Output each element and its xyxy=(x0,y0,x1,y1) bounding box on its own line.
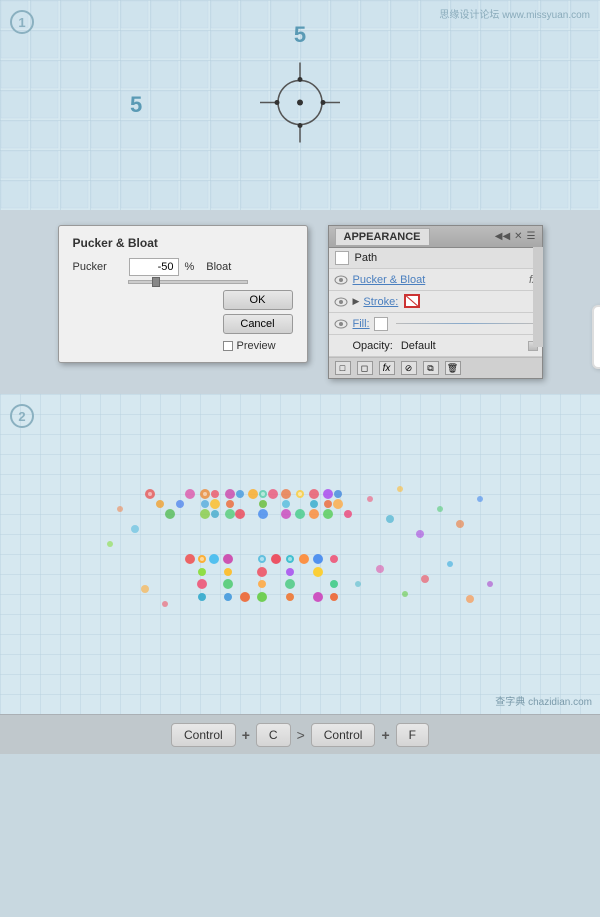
panel-title: APPEARANCE xyxy=(335,228,430,245)
eye-icon-pucker[interactable] xyxy=(333,274,349,286)
preview-row: Preview xyxy=(223,340,293,352)
opacity-value: Default xyxy=(401,340,436,352)
ok-button[interactable]: OK xyxy=(223,290,293,310)
step-2-badge: 2 xyxy=(10,404,34,428)
stroke-row: ▶ Stroke: xyxy=(329,291,542,313)
slider-row xyxy=(73,280,293,284)
pucker-bloat-label[interactable]: Pucker & Bloat xyxy=(353,274,426,286)
path-label: Path xyxy=(355,252,378,264)
preview-checkbox[interactable] xyxy=(223,341,233,351)
bottom-toolbar: Control + C > Control + F xyxy=(0,714,600,754)
pucker-row: Pucker % Bloat xyxy=(73,258,293,276)
footer-add-btn[interactable]: □ xyxy=(335,361,351,375)
number-5-top: 5 xyxy=(294,22,306,48)
cursor-crosshair xyxy=(260,63,340,148)
top-canvas: 1 5 5 思缘设计论坛 www.missyuan.com xyxy=(0,0,600,210)
panel-close-btn[interactable]: ✕ xyxy=(514,231,522,242)
cancel-button[interactable]: Cancel xyxy=(223,314,293,334)
plus1-icon: + xyxy=(242,727,250,743)
control2-button[interactable]: Control xyxy=(311,723,376,747)
opacity-label: Opacity: xyxy=(353,340,393,352)
bottom-canvas: 2 xyxy=(0,394,600,714)
pucker-bloat-row: Pucker & Bloat fx xyxy=(329,269,542,291)
path-icon xyxy=(335,251,349,265)
fill-swatch[interactable] xyxy=(374,317,388,331)
pucker-input[interactable] xyxy=(129,258,179,276)
panel-path-row: Path xyxy=(329,248,542,269)
pucker-label: Pucker xyxy=(73,261,123,273)
eye-icon-fill[interactable] xyxy=(333,318,349,330)
fill-label[interactable]: Fill: xyxy=(353,318,370,330)
panel-header: APPEARANCE ◀◀ ✕ ☰ xyxy=(329,226,542,248)
dialog-section: Pucker & Bloat Pucker % Bloat OK Cancel … xyxy=(0,210,600,394)
watermark-bottom: 查字典 chazidian.com xyxy=(495,693,592,708)
watermark-top: 思缘设计论坛 www.missyuan.com xyxy=(439,6,590,21)
step-1-badge: 1 xyxy=(10,10,34,34)
stroke-expand[interactable]: ▶ xyxy=(353,296,360,307)
panel-body: Path Pucker & Bloat fx xyxy=(329,248,542,378)
plus2-icon: + xyxy=(381,727,389,743)
footer-square-btn[interactable]: ◻ xyxy=(357,361,373,375)
footer-delete-btn[interactable]: 🗑 xyxy=(445,361,461,375)
pucker-slider-track[interactable] xyxy=(128,280,248,284)
fill-row: Fill: xyxy=(329,313,542,335)
panel-footer: □ ◻ fx ⊘ ⧉ 🗑 xyxy=(329,357,542,378)
vector-tuts-area xyxy=(90,454,510,654)
control1-button[interactable]: Control xyxy=(171,723,236,747)
appearance-panel: APPEARANCE ◀◀ ✕ ☰ Path xyxy=(328,225,543,379)
pucker-slider-thumb[interactable] xyxy=(152,277,160,287)
bloat-label: Bloat xyxy=(206,261,231,273)
panel-collapse-btn[interactable]: ◀◀ xyxy=(495,231,510,242)
f-key-button[interactable]: F xyxy=(396,723,429,747)
opacity-row: Opacity: Default xyxy=(329,335,542,357)
c-key-button[interactable]: C xyxy=(256,723,291,747)
preview-label: Preview xyxy=(237,340,276,352)
number-5-left: 5 xyxy=(130,92,142,118)
panel-controls: ◀◀ ✕ ☰ xyxy=(495,231,536,242)
vector-tuts-svg xyxy=(90,454,510,654)
fill-line xyxy=(396,323,534,324)
pucker-dialog-title: Pucker & Bloat xyxy=(73,236,293,250)
footer-eye-btn[interactable]: ⊘ xyxy=(401,361,417,375)
rgb-badge: R: 255 G: 255 B: 255 xyxy=(592,305,600,369)
footer-copy-btn[interactable]: ⧉ xyxy=(423,361,439,375)
stroke-label[interactable]: Stroke: xyxy=(363,296,398,308)
arrow-icon: > xyxy=(297,727,305,743)
eye-icon-opacity xyxy=(333,340,349,352)
pucker-percent: % xyxy=(185,261,195,273)
eye-icon-stroke[interactable] xyxy=(333,296,349,308)
pucker-bloat-dialog: Pucker & Bloat Pucker % Bloat OK Cancel … xyxy=(58,225,308,363)
footer-fx-btn[interactable]: fx xyxy=(379,361,395,375)
panel-menu-btn[interactable]: ☰ xyxy=(527,231,536,242)
